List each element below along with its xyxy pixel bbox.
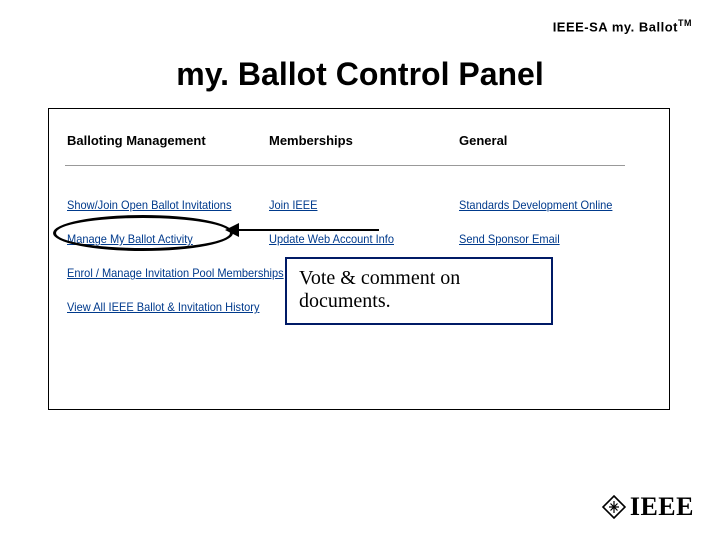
- annotation-callout: Vote & comment on documents.: [285, 257, 553, 325]
- header-brand: IEEE-SA my. BallotTM: [553, 18, 692, 34]
- page-title: my. Ballot Control Panel: [0, 56, 720, 93]
- link-send-sponsor-email[interactable]: Send Sponsor Email: [459, 232, 643, 246]
- control-panel: Balloting Management Show/Join Open Ball…: [48, 108, 670, 410]
- col-memberships-head: Memberships: [269, 133, 469, 148]
- header-tm: TM: [678, 18, 692, 28]
- annotation-arrow-head: [225, 223, 239, 237]
- link-standards-dev-online[interactable]: Standards Development Online: [459, 198, 643, 212]
- link-manage-ballot-activity[interactable]: Manage My Ballot Activity: [67, 232, 251, 246]
- ieee-logo: IEEE: [602, 492, 694, 522]
- link-show-join-invitations[interactable]: Show/Join Open Ballot Invitations: [67, 198, 251, 212]
- header-brand-text: IEEE-SA my. Ballot: [553, 19, 678, 34]
- col-balloting-head: Balloting Management: [67, 133, 267, 148]
- ieee-logo-text: IEEE: [630, 492, 694, 522]
- annotation-arrow-line: [229, 229, 379, 231]
- link-manage-invitation-pool[interactable]: Enrol / Manage Invitation Pool Membershi…: [67, 266, 251, 280]
- col-general-head: General: [459, 133, 659, 148]
- link-join-ieee[interactable]: Join IEEE: [269, 198, 453, 212]
- link-update-account[interactable]: Update Web Account Info: [269, 232, 453, 246]
- ieee-kite-icon: [602, 495, 626, 519]
- col-general: General Standards Development Online Sen…: [459, 133, 659, 246]
- divider: [65, 165, 625, 166]
- link-view-all-history[interactable]: View All IEEE Ballot & Invitation Histor…: [67, 300, 251, 314]
